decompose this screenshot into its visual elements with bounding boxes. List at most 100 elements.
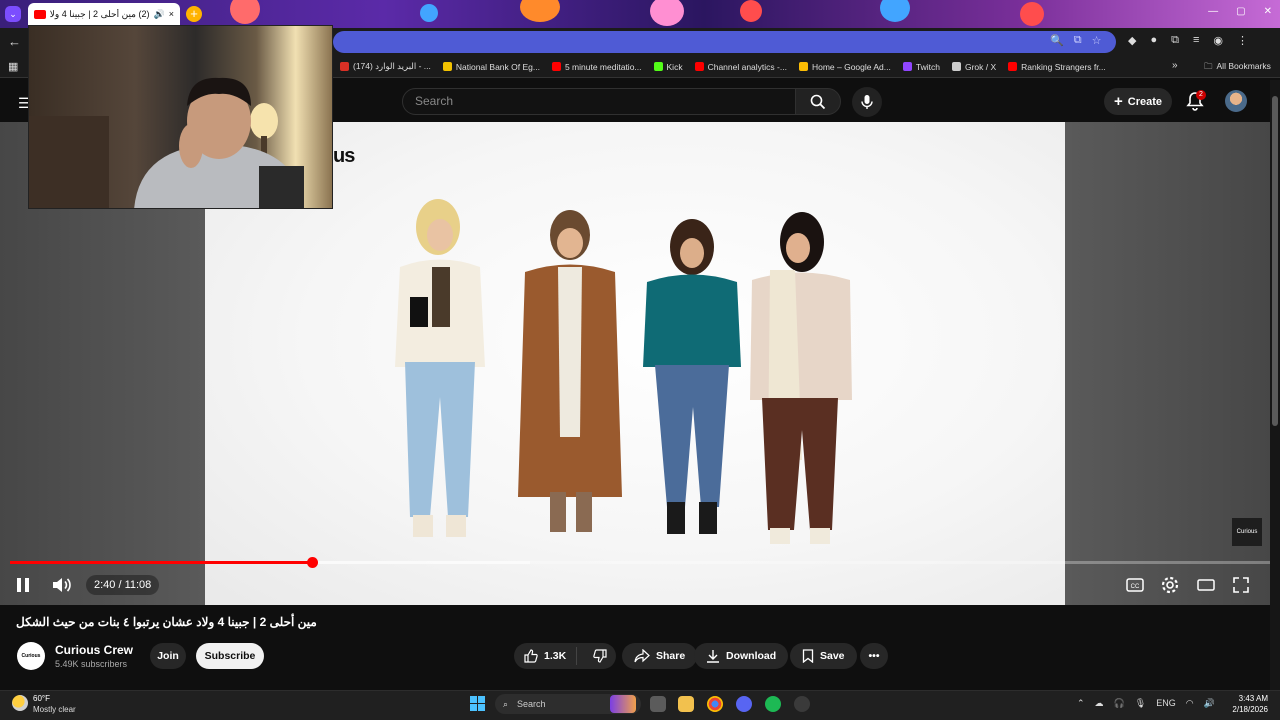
search-icon: ⌕	[503, 699, 509, 709]
file-explorer-icon[interactable]	[678, 696, 694, 712]
clock-date[interactable]: 2/18/2026	[1226, 705, 1268, 714]
bookmark-analytics[interactable]: Channel analytics -...	[694, 61, 787, 72]
chevron-up-icon[interactable]: ⌃	[1077, 698, 1085, 709]
webcam-person-image	[29, 77, 304, 208]
subscribe-button[interactable]: Subscribe	[196, 643, 264, 669]
tab-active[interactable]: (2) مين أحلى 2 | جبينا 4 ولاد 🔊 ×	[28, 3, 180, 25]
spotify-icon[interactable]	[765, 696, 781, 712]
bookmark-ranking[interactable]: Ranking Strangers fr...	[1008, 61, 1106, 72]
svg-text:CC: CC	[1131, 584, 1140, 590]
share-button[interactable]: Share	[622, 643, 698, 669]
obs-icon[interactable]	[794, 696, 810, 712]
bookmark-google-ads[interactable]: Home – Google Ad...	[798, 61, 891, 72]
cast-icon[interactable]: ⧉	[1074, 34, 1082, 47]
microphone-tray-icon[interactable]: 🎙	[1135, 698, 1146, 709]
person-figure	[750, 212, 852, 544]
media-queue-icon[interactable]: ≡	[1193, 34, 1199, 47]
speaker-icon[interactable]: 🔊	[1204, 698, 1215, 709]
address-bar[interactable]	[333, 31, 1116, 53]
bookmark-bank[interactable]: National Bank Of Eg...	[442, 61, 540, 72]
search-icon	[810, 94, 826, 109]
tab-search-button[interactable]: ⌄	[5, 6, 21, 22]
bookmark-kick[interactable]: Kick	[653, 61, 683, 72]
discord-icon[interactable]	[736, 696, 752, 712]
theater-mode-icon[interactable]	[1196, 575, 1216, 595]
dislike-button[interactable]	[583, 649, 617, 663]
settings-gear-icon[interactable]	[1160, 575, 1180, 595]
language-indicator[interactable]: ENG	[1156, 698, 1176, 709]
more-bookmarks-button[interactable]: »	[1172, 60, 1178, 71]
volume-icon[interactable]	[50, 574, 74, 596]
bookmark-twitch[interactable]: Twitch	[902, 61, 940, 72]
decoration	[650, 0, 684, 26]
account-avatar[interactable]	[1225, 90, 1247, 112]
extensions-toolbar: ◆ ● ⧉ ≡ ◉ ⋮	[1128, 34, 1248, 47]
headset-icon[interactable]: 🎧	[1114, 698, 1125, 709]
new-tab-button[interactable]: +	[186, 6, 202, 22]
youtube-favicon-icon	[34, 9, 46, 19]
profile-icon[interactable]: ◉	[1213, 34, 1223, 47]
onedrive-icon[interactable]: ☁	[1095, 698, 1104, 709]
more-actions-button[interactable]: •••	[860, 643, 888, 669]
like-button[interactable]: 1.3K	[514, 647, 578, 665]
maximize-button[interactable]: ▢	[1236, 6, 1245, 17]
back-arrow-icon[interactable]: ←	[8, 34, 21, 49]
time-display: 2:40 / 11:08	[86, 575, 160, 595]
bookmark-star-icon[interactable]: ☆	[1092, 34, 1102, 47]
bookmark-gmail[interactable]: (174) البريد الوارد - ...	[340, 61, 431, 72]
channel-avatar[interactable]: Curious	[17, 642, 45, 670]
gmail-icon	[340, 62, 349, 71]
search-highlight-icon[interactable]	[610, 695, 636, 713]
captions-icon[interactable]: CC	[1125, 575, 1145, 595]
vpn-icon[interactable]: ●	[1150, 34, 1157, 47]
wifi-icon[interactable]: ◠	[1186, 698, 1194, 709]
decoration	[420, 4, 438, 22]
download-icon	[707, 650, 719, 663]
all-bookmarks-button[interactable]: 🗀 All Bookmarks	[1204, 61, 1271, 75]
kick-icon	[653, 62, 663, 71]
scrubber-handle[interactable]	[307, 557, 318, 568]
chrome-icon[interactable]	[707, 696, 723, 712]
bookmark-icon	[802, 649, 814, 663]
system-tray: ⌃ ☁ 🎧 🎙 ENG ◠ 🔊	[1077, 698, 1215, 709]
pause-icon[interactable]	[12, 574, 34, 596]
tab-close-button[interactable]: ×	[169, 9, 174, 19]
clock-time[interactable]: 3:43 AM	[1236, 694, 1268, 703]
create-button[interactable]: + Create	[1104, 88, 1172, 115]
notification-count-badge: 2	[1196, 90, 1206, 100]
search-button[interactable]	[795, 88, 841, 115]
decoration	[880, 0, 910, 22]
windows-start-icon[interactable]	[470, 696, 485, 711]
apps-grid-icon[interactable]: ▦	[8, 60, 18, 73]
close-window-button[interactable]: ✕	[1264, 6, 1272, 17]
zoom-icon[interactable]: 🔍	[1050, 34, 1064, 47]
bookmark-grok[interactable]: Grok / X	[951, 61, 996, 72]
person-figure	[643, 219, 741, 534]
weather-icon[interactable]	[12, 695, 28, 711]
join-button[interactable]: Join	[150, 643, 186, 669]
tab-audio-icon[interactable]: 🔊	[154, 9, 165, 20]
kebab-menu-icon[interactable]: ⋮	[1237, 34, 1248, 47]
save-button[interactable]: Save	[790, 643, 857, 669]
weather-description[interactable]: Mostly clear	[33, 705, 76, 714]
task-view-icon[interactable]	[650, 696, 666, 712]
download-button[interactable]: Download	[694, 643, 789, 669]
extension-icon[interactable]: ◆	[1128, 34, 1136, 47]
video-frame[interactable]	[205, 122, 1065, 605]
fullscreen-icon[interactable]	[1231, 575, 1251, 595]
channel-name[interactable]: Curious Crew	[55, 643, 133, 657]
weather-temperature[interactable]: 60°F	[33, 694, 50, 703]
bookmark-meditation[interactable]: 5 minute meditatio...	[551, 61, 642, 72]
channel-branding-badge[interactable]: Curious	[1232, 518, 1262, 546]
scrollbar-thumb[interactable]	[1272, 96, 1278, 426]
decoration	[520, 0, 560, 22]
twitch-icon	[902, 62, 912, 71]
minimize-button[interactable]: —	[1208, 6, 1218, 17]
puzzle-icon[interactable]: ⧉	[1171, 34, 1179, 47]
video-title: مين أحلى 2 | جبينا 4 ولاد عشان يرتبوا ٤ …	[16, 615, 317, 629]
omnibox-actions: 🔍 ⧉ ☆	[1050, 34, 1101, 47]
voice-search-button[interactable]	[852, 87, 882, 117]
search-input[interactable]: Search	[402, 88, 796, 115]
share-arrow-icon	[634, 649, 650, 663]
thumbs-up-icon	[524, 649, 538, 663]
